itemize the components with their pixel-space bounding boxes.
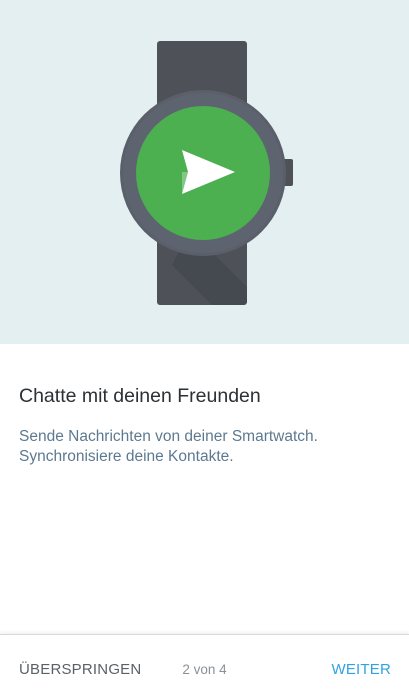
- onboarding-footer: ÜBERSPRINGEN 2 von 4 WEITER: [0, 634, 409, 700]
- smartwatch-illustration: [120, 41, 293, 305]
- hero-illustration-area: [0, 0, 409, 344]
- next-button[interactable]: WEITER: [331, 661, 391, 678]
- description-line-1: Sende Nachrichten von deiner Smartwatch.: [19, 428, 318, 445]
- onboarding-content: Chatte mit deinen Freunden Sende Nachric…: [19, 382, 389, 467]
- onboarding-screen: Chatte mit deinen Freunden Sende Nachric…: [0, 0, 409, 700]
- page-description: Sende Nachrichten von deiner Smartwatch.…: [19, 427, 389, 467]
- page-title: Chatte mit deinen Freunden: [19, 385, 261, 407]
- description-line-2: Synchronisiere deine Kontakte.: [19, 448, 234, 465]
